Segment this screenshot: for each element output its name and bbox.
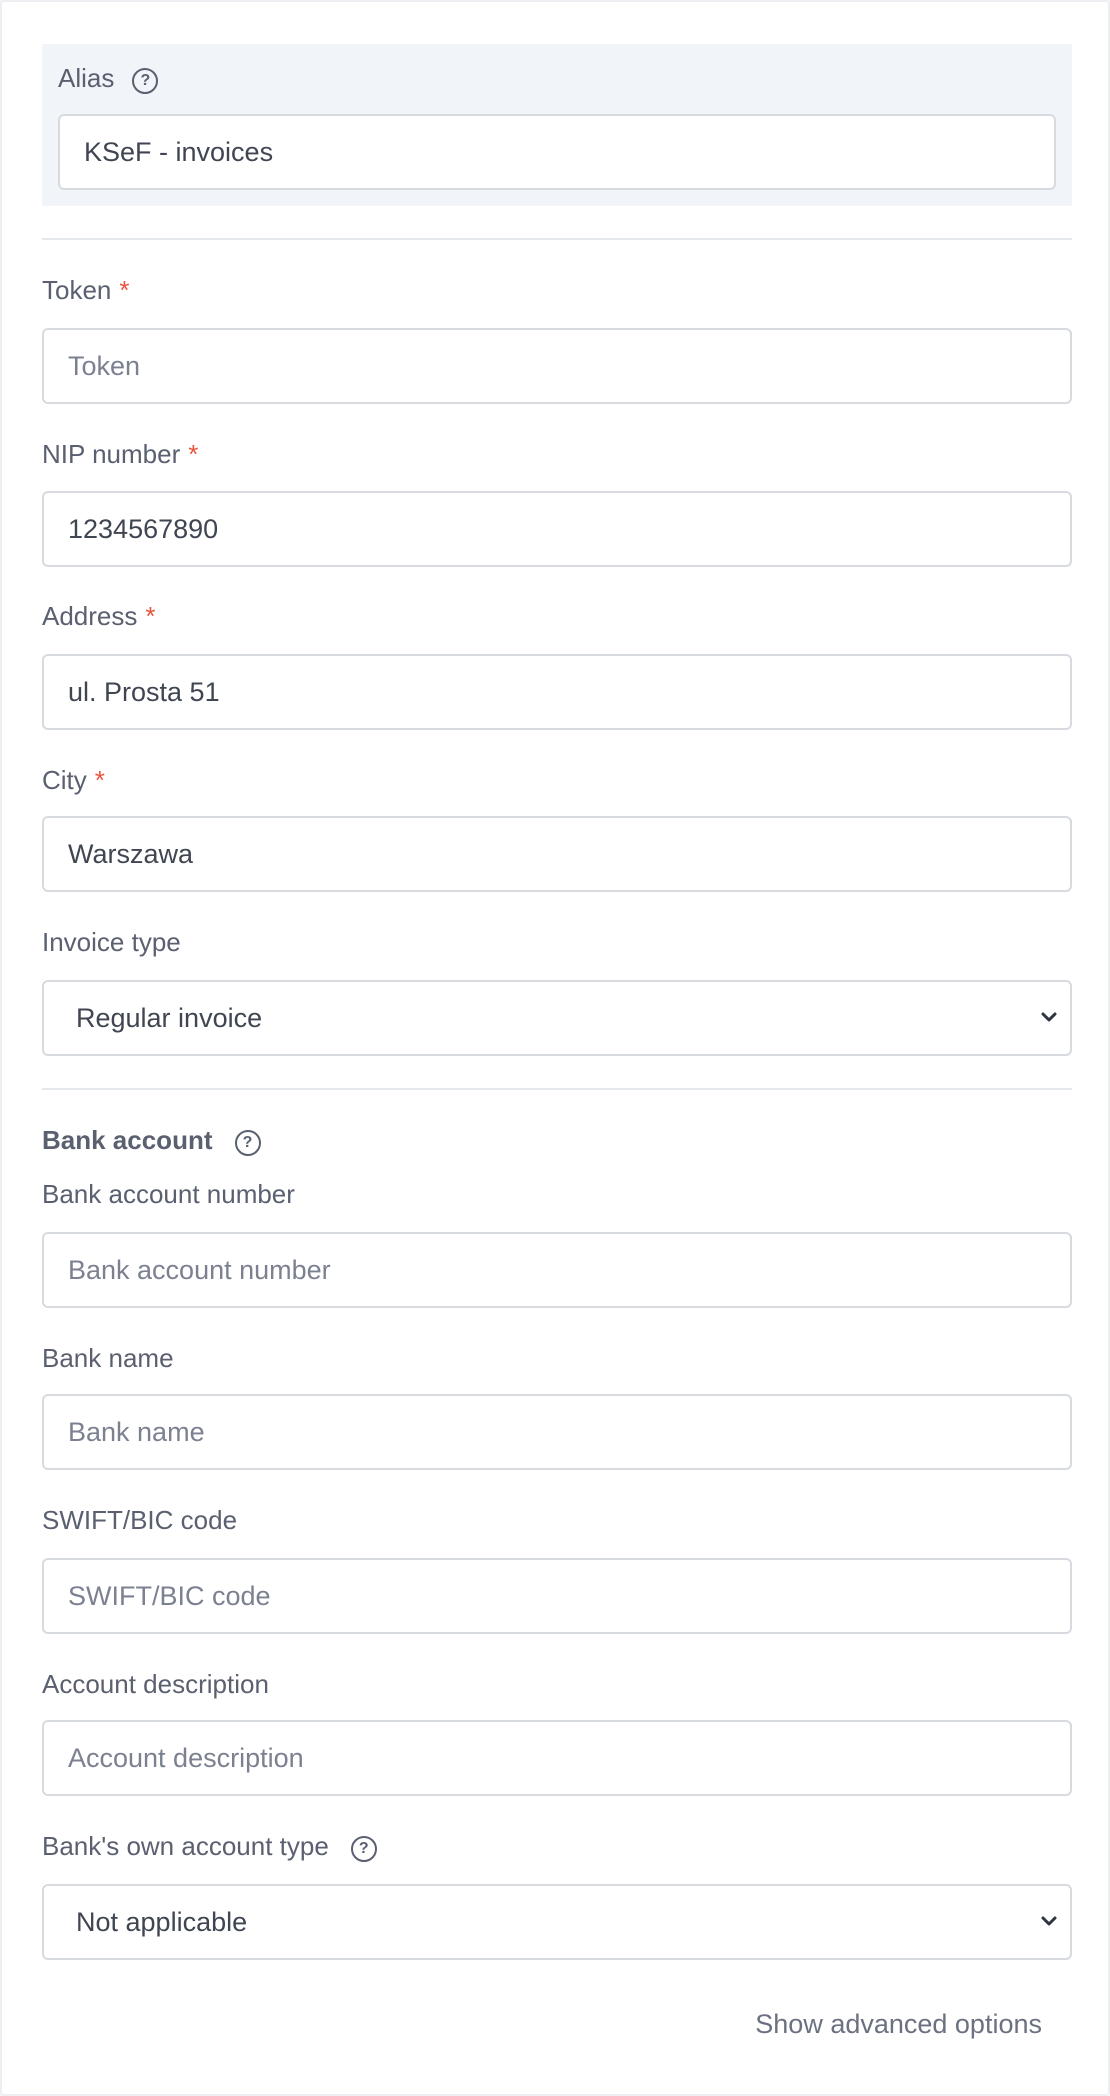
chevron-down-icon [1041,1916,1057,1926]
address-input[interactable] [42,654,1072,730]
bank-name-label: Bank name [42,1343,174,1373]
invoice-type-selected: Regular invoice [76,1003,263,1033]
bank-account-number-label: Bank account number [42,1179,295,1209]
own-account-type-selected: Not applicable [76,1907,248,1937]
divider [42,238,1072,240]
account-description-input[interactable] [42,1720,1072,1796]
bank-account-number-input[interactable] [42,1232,1072,1308]
token-label-row: Token * [42,274,130,306]
invoice-type-label: Invoice type [42,927,181,957]
required-mark: * [119,275,130,305]
alias-label: Alias [58,63,115,93]
own-account-type-label: Bank's own account type [42,1831,329,1861]
nip-input[interactable] [42,491,1072,567]
alias-input[interactable] [58,114,1056,190]
city-label-row: City * [42,764,105,796]
required-mark: * [94,765,105,795]
swift-code-label: SWIFT/BIC code [42,1505,238,1535]
help-circle-icon[interactable]: ? [234,1130,261,1156]
alias-label-row: Alias? [58,62,159,94]
token-input[interactable] [42,328,1072,404]
help-circle-icon[interactable]: ? [132,68,159,94]
bank-account-section-title-row: Bank account? [42,1124,261,1156]
token-label: Token [42,275,112,305]
divider [42,1088,1072,1090]
own-account-type-label-row: Bank's own account type? [42,1830,377,1862]
nip-label: NIP number [42,439,181,469]
swift-code-input[interactable] [42,1558,1072,1634]
chevron-down-icon [1041,1012,1057,1022]
bank-account-section-title: Bank account [42,1125,213,1155]
ksef-settings-form: Alias? Token* NIP number* Address* City*… [0,0,1110,2096]
bank-name-input[interactable] [42,1394,1072,1470]
required-mark: * [188,439,199,469]
address-label-row: Address * [42,600,156,632]
show-advanced-options-link[interactable]: Show advanced options [755,2006,1042,2042]
city-label: City [42,765,87,795]
required-mark: * [145,601,156,631]
nip-label-row: NIP number * [42,438,198,470]
own-account-type-select[interactable]: Not applicable [42,1884,1072,1960]
help-circle-icon[interactable]: ? [350,1836,377,1862]
city-input[interactable] [42,816,1072,892]
address-label: Address [42,601,138,631]
account-description-label: Account description [42,1669,269,1699]
invoice-type-select[interactable]: Regular invoice [42,980,1072,1056]
